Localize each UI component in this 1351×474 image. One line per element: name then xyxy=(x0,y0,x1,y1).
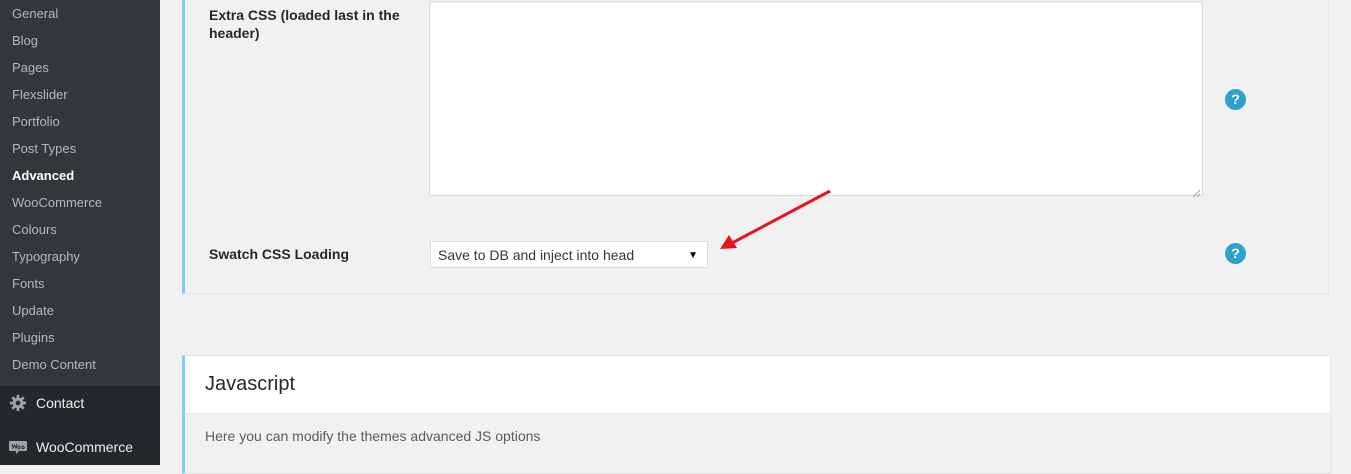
section-title: Javascript xyxy=(205,373,296,395)
dropdown-arrow-icon: ▼ xyxy=(688,250,698,261)
submenu-item-post-types[interactable]: Post Types xyxy=(12,135,76,162)
submenu-item-advanced[interactable]: Advanced xyxy=(12,162,74,189)
javascript-section-body: Here you can modify the themes advanced … xyxy=(182,414,1331,474)
submenu-item-woocommerce[interactable]: WooCommerce xyxy=(12,189,102,216)
submenu-item-plugins[interactable]: Plugins xyxy=(12,324,55,351)
swatch-css-select[interactable]: Save to DB and inject into head ▼ xyxy=(430,241,708,268)
submenu-item-typography[interactable]: Typography xyxy=(12,243,80,270)
gear-icon xyxy=(8,394,28,412)
submenu-item-update[interactable]: Update xyxy=(12,297,54,324)
woocommerce-icon xyxy=(8,438,28,456)
menu-item-woocommerce[interactable]: WooCommerce xyxy=(0,430,160,464)
extra-css-label: Extra CSS (loaded last in the header) xyxy=(209,7,400,41)
resize-grip-icon[interactable] xyxy=(1192,185,1201,198)
submenu-item-pages[interactable]: Pages xyxy=(12,54,49,81)
swatch-css-label: Swatch CSS Loading xyxy=(209,246,350,262)
admin-main-menu: Contact WooCommerce xyxy=(0,386,160,465)
section-description: Here you can modify the themes advanced … xyxy=(205,428,541,444)
help-icon[interactable]: ? xyxy=(1225,243,1246,264)
admin-sidebar: General Blog Pages Flexslider Portfolio … xyxy=(0,0,160,465)
extra-css-textarea[interactable] xyxy=(429,1,1203,198)
submenu-item-colours[interactable]: Colours xyxy=(12,216,57,243)
menu-item-contact[interactable]: Contact xyxy=(0,386,160,420)
submenu-item-fonts[interactable]: Fonts xyxy=(12,270,45,297)
submenu-item-general[interactable]: General xyxy=(12,0,58,27)
submenu-item-blog[interactable]: Blog xyxy=(12,27,38,54)
javascript-section-header: Javascript xyxy=(182,355,1331,414)
select-value: Save to DB and inject into head xyxy=(438,247,635,263)
theme-options-submenu: General Blog Pages Flexslider Portfolio … xyxy=(0,0,160,386)
menu-item-label: Contact xyxy=(36,395,85,411)
submenu-item-portfolio[interactable]: Portfolio xyxy=(12,108,60,135)
submenu-item-demo-content[interactable]: Demo Content xyxy=(12,351,96,378)
submenu-item-flexslider[interactable]: Flexslider xyxy=(12,81,68,108)
menu-item-label: WooCommerce xyxy=(36,439,133,455)
help-icon[interactable]: ? xyxy=(1225,89,1246,110)
